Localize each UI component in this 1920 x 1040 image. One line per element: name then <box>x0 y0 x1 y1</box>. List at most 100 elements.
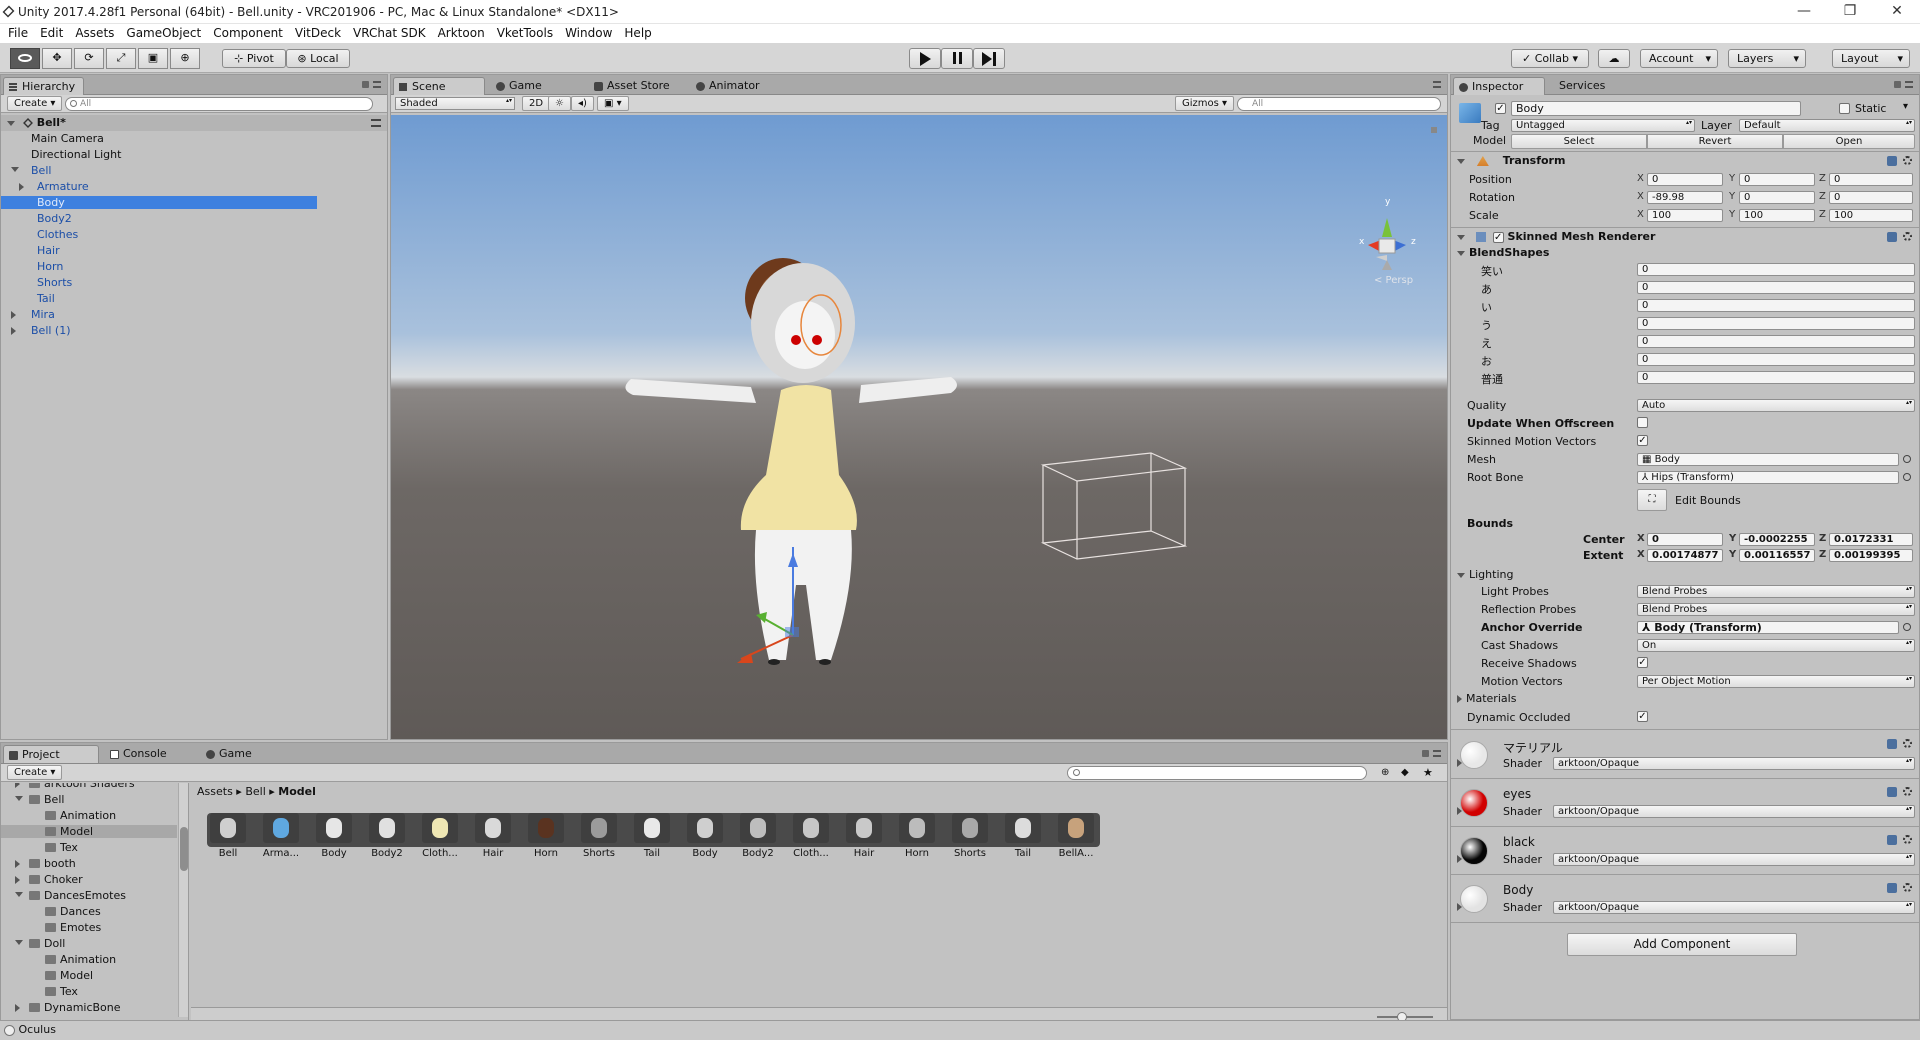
project-folder-item[interactable]: DancesEmotes <box>1 889 177 902</box>
hierarchy-item[interactable]: Mira <box>1 308 317 321</box>
lock-icon[interactable] <box>1422 750 1429 757</box>
filter-label-icon[interactable]: ◆ <box>1401 767 1409 778</box>
local-toggle[interactable]: ⊛ Local <box>286 49 350 68</box>
expand-arrow-icon[interactable] <box>15 876 20 884</box>
help-book-icon[interactable] <box>1887 787 1897 797</box>
light-probes-dropdown[interactable]: Blend Probes <box>1637 585 1915 598</box>
model-revert-button[interactable]: Revert <box>1647 134 1783 149</box>
position-z-field[interactable]: 0 <box>1829 173 1913 186</box>
rotation-x-field[interactable]: -89.98 <box>1647 191 1723 204</box>
menu-arktoon[interactable]: Arktoon <box>432 24 491 43</box>
hierarchy-item[interactable]: Armature <box>1 180 317 193</box>
rect-tool-button[interactable]: ▣ <box>138 48 168 69</box>
collapse-arrow-icon[interactable] <box>1457 572 1465 578</box>
project-folder-item[interactable]: Animation <box>1 809 177 822</box>
rotation-z-field[interactable]: 0 <box>1829 191 1913 204</box>
asset-item[interactable]: Cloth... <box>790 813 832 859</box>
lock-icon[interactable] <box>1431 127 1437 133</box>
expand-arrow-icon[interactable] <box>19 183 24 191</box>
lighting-toggle[interactable]: ☼ <box>548 96 571 111</box>
dynamic-occluded-checkbox[interactable]: ✓ <box>1637 711 1648 722</box>
layout-dropdown[interactable]: Layout ▾ <box>1832 49 1910 68</box>
menu-window[interactable]: Window <box>559 24 618 43</box>
menu-edit[interactable]: Edit <box>34 24 69 43</box>
scale-x-field[interactable]: 100 <box>1647 209 1723 222</box>
tab-game-bottom[interactable]: Game <box>201 745 260 763</box>
project-folder-item[interactable]: Dances <box>1 905 177 918</box>
object-picker-icon[interactable] <box>1903 455 1911 463</box>
collapse-arrow-icon[interactable] <box>1457 234 1465 240</box>
tab-hierarchy[interactable]: Hierarchy <box>3 77 85 95</box>
hierarchy-item[interactable]: Body2 <box>1 212 317 225</box>
asset-item[interactable]: Horn <box>896 813 938 859</box>
smr-enabled-checkbox[interactable]: ✓ <box>1492 231 1504 243</box>
project-folder-item[interactable]: Emotes <box>1 921 177 934</box>
receive-shadows-checkbox[interactable]: ✓ <box>1637 657 1648 668</box>
asset-item[interactable]: Shorts <box>578 813 620 859</box>
object-picker-icon[interactable] <box>1903 473 1911 481</box>
tab-project[interactable]: Project <box>3 745 99 763</box>
tag-dropdown[interactable]: Untagged <box>1511 119 1695 132</box>
asset-item[interactable]: Shorts <box>949 813 991 859</box>
model-select-button[interactable]: Select <box>1511 134 1647 149</box>
cloud-button[interactable]: ☁ <box>1598 49 1630 68</box>
scene-root-row[interactable]: Bell* <box>1 115 387 131</box>
menu-assets[interactable]: Assets <box>69 24 120 43</box>
layer-dropdown[interactable]: Default <box>1739 119 1915 132</box>
material-item[interactable]: Body Shader arktoon/Opaque <box>1451 877 1919 923</box>
help-book-icon[interactable] <box>1887 739 1897 749</box>
settings-gear-icon[interactable] <box>1903 739 1912 748</box>
hierarchy-item[interactable]: Shorts <box>1 276 317 289</box>
settings-gear-icon[interactable] <box>1903 232 1912 241</box>
blendshape-value-field[interactable]: 0 <box>1637 335 1915 348</box>
blendshape-value-field[interactable]: 0 <box>1637 281 1915 294</box>
materials-foldout[interactable]: Materials <box>1451 691 1651 707</box>
active-checkbox[interactable]: ✓ <box>1495 103 1506 114</box>
expand-arrow-icon[interactable] <box>11 327 16 335</box>
scale-y-field[interactable]: 100 <box>1739 209 1815 222</box>
asset-item[interactable]: Tail <box>631 813 673 859</box>
project-folder-item[interactable]: Doll <box>1 937 177 950</box>
lock-icon[interactable] <box>1894 81 1901 88</box>
rotation-y-field[interactable]: 0 <box>1739 191 1815 204</box>
settings-gear-icon[interactable] <box>1903 787 1912 796</box>
tree-scrollbar[interactable] <box>178 783 188 1017</box>
blendshapes-foldout[interactable]: BlendShapes <box>1451 245 1651 261</box>
object-picker-icon[interactable] <box>1903 623 1911 631</box>
smr-header[interactable]: ✓ Skinned Mesh Renderer <box>1451 229 1919 245</box>
motion-vectors-dropdown[interactable]: Per Object Motion <box>1637 675 1915 688</box>
scrollbar-thumb[interactable] <box>180 827 188 871</box>
update-offscreen-checkbox[interactable] <box>1637 417 1648 428</box>
scene-menu-icon[interactable] <box>371 119 381 127</box>
hierarchy-item[interactable]: Bell <box>1 164 317 177</box>
project-folder-item[interactable]: Choker <box>1 873 177 886</box>
tab-scene[interactable]: Scene <box>393 77 485 95</box>
collapse-arrow-icon[interactable] <box>1457 158 1465 164</box>
project-search-input[interactable] <box>1067 766 1367 780</box>
asset-item[interactable]: Tail <box>1002 813 1044 859</box>
panel-menu-icon[interactable] <box>373 81 381 88</box>
project-folder-item[interactable]: Animation <box>1 953 177 966</box>
hierarchy-search-input[interactable]: All <box>65 97 373 111</box>
account-dropdown[interactable]: Account ▾ <box>1640 49 1718 68</box>
collapse-arrow-icon[interactable] <box>1457 250 1465 256</box>
menu-vkettools[interactable]: VketTools <box>491 24 559 43</box>
breadcrumb-assets[interactable]: Assets <box>197 785 233 798</box>
gizmos-dropdown[interactable]: Gizmos ▾ <box>1175 96 1235 111</box>
asset-item[interactable]: Horn <box>525 813 567 859</box>
tab-asset-store[interactable]: Asset Store <box>589 77 678 95</box>
shader-dropdown[interactable]: arktoon/Opaque <box>1553 853 1915 866</box>
collab-button[interactable]: ✓ Collab ▾ <box>1511 49 1589 68</box>
hierarchy-item[interactable]: Horn <box>1 260 317 273</box>
project-folder-item[interactable]: Tex <box>1 985 177 998</box>
model-open-button[interactable]: Open <box>1783 134 1915 149</box>
hierarchy-item[interactable]: Bell (1) <box>1 324 317 337</box>
scale-z-field[interactable]: 100 <box>1829 209 1913 222</box>
extent-x-field[interactable]: 0.00174877 <box>1647 549 1723 562</box>
project-folder-item[interactable]: DynamicBone <box>1 1001 177 1014</box>
tab-console[interactable]: Console <box>105 745 175 763</box>
settings-gear-icon[interactable] <box>1903 883 1912 892</box>
blendshape-value-field[interactable]: 0 <box>1637 317 1915 330</box>
blendshape-value-field[interactable]: 0 <box>1637 371 1915 384</box>
asset-item[interactable]: Body <box>684 813 726 859</box>
